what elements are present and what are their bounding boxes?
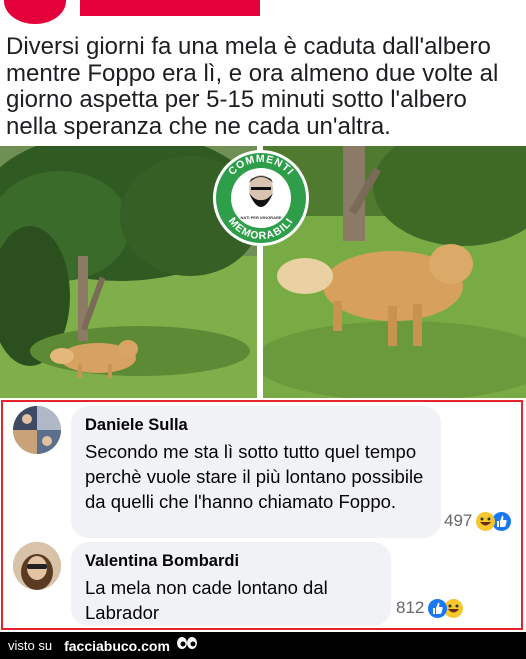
header-avatar-redacted [4,0,66,24]
comment-text: Secondo me sta lì sotto tutto quel tempo… [85,441,424,512]
comment-author[interactable]: Daniele Sulla [85,416,427,435]
footer-bar: visto su facciabuco.com [0,632,526,659]
reaction-summary[interactable]: 812 [396,598,464,618]
like-icon [428,598,448,618]
comment-author[interactable]: Valentina Bombardi [85,552,377,571]
laugh-emoji-icon [476,511,496,531]
reaction-count: 812 [396,598,425,617]
reaction-count: 497 [444,511,473,530]
footer-visto-label: visto su [8,638,53,653]
avatar[interactable] [13,406,61,454]
header-name-redacted [80,0,260,16]
reaction-summary[interactable]: 497 [444,511,512,531]
comment-bubble[interactable]: Valentina Bombardi La mela non cade lont… [71,542,391,626]
footer-site-link[interactable]: facciabuco.com [64,638,170,654]
post-text: Diversi giorni fa una mela è caduta dall… [6,33,499,140]
commenti-memorabili-badge: COMMENTI MEMORABILI NATI PER IGNORARE [211,143,311,253]
comment-text: La mela non cade lontano dal Labrador [85,577,328,623]
badge-small-text: NATI PER IGNORARE [240,215,281,220]
comments-section: Daniele Sulla Secondo me sta lì sotto tu… [1,400,523,630]
avatar[interactable] [13,542,61,590]
comment-bubble[interactable]: Daniele Sulla Secondo me sta lì sotto tu… [71,406,441,538]
eyes-icon [176,636,198,655]
